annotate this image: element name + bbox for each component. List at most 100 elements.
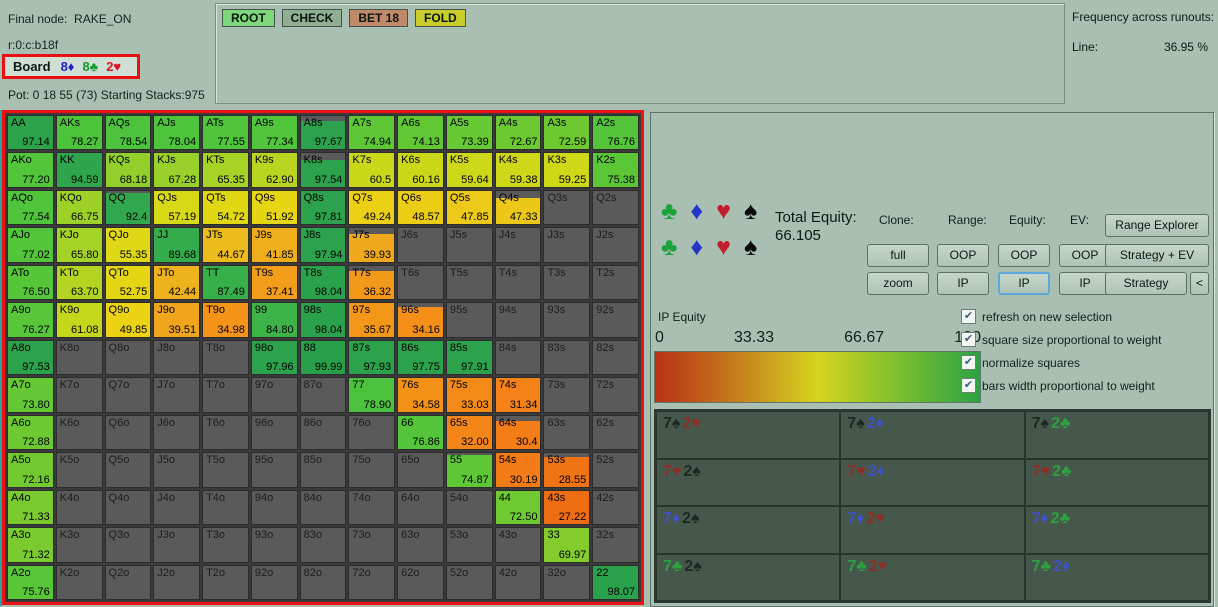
hand-cell-K6o[interactable]: K6o	[56, 415, 103, 450]
hand-cell-74s[interactable]: 74s31.34	[495, 377, 542, 412]
hand-cell-96s[interactable]: 96s34.16	[397, 302, 444, 337]
hand-cell-K4o[interactable]: K4o	[56, 490, 103, 525]
checkbox-box[interactable]: ✔	[961, 332, 976, 347]
hand-cell-82o[interactable]: 82o	[300, 565, 347, 600]
hand-cell-53o[interactable]: 53o	[446, 527, 493, 562]
hand-cell-ATo[interactable]: ATo76.50	[7, 265, 54, 300]
hand-cell-83o[interactable]: 83o	[300, 527, 347, 562]
hand-cell-54o[interactable]: 54o	[446, 490, 493, 525]
hand-cell-A3s[interactable]: A3s72.59	[543, 115, 590, 150]
back-button[interactable]: <	[1190, 272, 1209, 295]
hand-cell-T7o[interactable]: T7o	[202, 377, 249, 412]
hand-cell-QJo[interactable]: QJo55.35	[105, 227, 152, 262]
hand-cell-J9s[interactable]: J9s41.85	[251, 227, 298, 262]
hand-cell-A6o[interactable]: A6o72.88	[7, 415, 54, 450]
combo-7c2h[interactable]: 7♣2♥	[840, 554, 1024, 602]
hand-cell-92o[interactable]: 92o	[251, 565, 298, 600]
hand-cell-Q8s[interactable]: Q8s97.81	[300, 190, 347, 225]
checkbox-box[interactable]: ✔	[961, 309, 976, 324]
hand-cell-T8o[interactable]: T8o	[202, 340, 249, 375]
hand-cell-A7s[interactable]: A7s74.94	[348, 115, 395, 150]
hand-cell-66[interactable]: 6676.86	[397, 415, 444, 450]
hand-cell-J2o[interactable]: J2o	[153, 565, 200, 600]
hand-cell-KQo[interactable]: KQo66.75	[56, 190, 103, 225]
hand-cell-AQo[interactable]: AQo77.54	[7, 190, 54, 225]
hand-cell-T2s[interactable]: T2s	[592, 265, 639, 300]
hand-cell-Q2o[interactable]: Q2o	[105, 565, 152, 600]
hand-cell-T4s[interactable]: T4s	[495, 265, 542, 300]
hand-cell-A2o[interactable]: A2o75.76	[7, 565, 54, 600]
combo-7h2s[interactable]: 7♥2♠	[656, 459, 840, 507]
range-explorer-button[interactable]: Range Explorer	[1105, 214, 1209, 237]
hand-cell-T2o[interactable]: T2o	[202, 565, 249, 600]
hand-cell-AA[interactable]: AA97.14	[7, 115, 54, 150]
hand-cell-K2s[interactable]: K2s75.38	[592, 152, 639, 187]
spade-icon[interactable]: ♠	[744, 235, 757, 260]
hand-cell-J3s[interactable]: J3s	[543, 227, 590, 262]
hand-cell-95o[interactable]: 95o	[251, 452, 298, 487]
action-button-check[interactable]: CHECK	[282, 9, 343, 27]
hand-cell-33[interactable]: 3369.97	[543, 527, 590, 562]
hand-cell-55[interactable]: 5574.87	[446, 452, 493, 487]
hand-cell-K3s[interactable]: K3s59.25	[543, 152, 590, 187]
hand-cell-T9s[interactable]: T9s37.41	[251, 265, 298, 300]
hand-cell-K4s[interactable]: K4s59.38	[495, 152, 542, 187]
hand-cell-Q6s[interactable]: Q6s48.57	[397, 190, 444, 225]
hand-cell-A4s[interactable]: A4s72.67	[495, 115, 542, 150]
hand-cell-Q9s[interactable]: Q9s51.92	[251, 190, 298, 225]
hand-cell-A9s[interactable]: A9s77.34	[251, 115, 298, 150]
hand-cell-99[interactable]: 9984.80	[251, 302, 298, 337]
hand-cell-65o[interactable]: 65o	[397, 452, 444, 487]
hand-cell-83s[interactable]: 83s	[543, 340, 590, 375]
hand-cell-43s[interactable]: 43s27.22	[543, 490, 590, 525]
combo-7c2d[interactable]: 7♣2♦	[1025, 554, 1209, 602]
hand-cell-K7s[interactable]: K7s60.5	[348, 152, 395, 187]
hand-cell-QQ[interactable]: QQ92.4	[105, 190, 152, 225]
hand-cell-Q7s[interactable]: Q7s49.24	[348, 190, 395, 225]
hand-cell-62s[interactable]: 62s	[592, 415, 639, 450]
combo-7d2s[interactable]: 7♦2♠	[656, 506, 840, 554]
hand-cell-Q5s[interactable]: Q5s47.85	[446, 190, 493, 225]
hand-cell-J5s[interactable]: J5s	[446, 227, 493, 262]
hand-cell-KQs[interactable]: KQs68.18	[105, 152, 152, 187]
hand-cell-A5o[interactable]: A5o72.16	[7, 452, 54, 487]
hand-cell-76s[interactable]: 76s34.58	[397, 377, 444, 412]
hand-cell-J8o[interactable]: J8o	[153, 340, 200, 375]
hand-cell-32s[interactable]: 32s	[592, 527, 639, 562]
action-button-fold[interactable]: FOLD	[415, 9, 466, 27]
hand-cell-K8s[interactable]: K8s97.54	[300, 152, 347, 187]
hand-cell-73s[interactable]: 73s	[543, 377, 590, 412]
hand-cell-Q4o[interactable]: Q4o	[105, 490, 152, 525]
hand-cell-T9o[interactable]: T9o34.98	[202, 302, 249, 337]
strategy-button[interactable]: Strategy	[1105, 272, 1187, 295]
hand-cell-K8o[interactable]: K8o	[56, 340, 103, 375]
club-icon[interactable]: ♣	[661, 199, 677, 224]
hand-cell-A6s[interactable]: A6s74.13	[397, 115, 444, 150]
checkbox-bars-width[interactable]: ✔bars width proportional to weight	[961, 374, 1161, 397]
clone-zoom-button[interactable]: zoom	[867, 272, 929, 295]
hand-cell-98o[interactable]: 98o97.96	[251, 340, 298, 375]
hand-cell-93s[interactable]: 93s	[543, 302, 590, 337]
hand-cell-63o[interactable]: 63o	[397, 527, 444, 562]
range-ip-button[interactable]: IP	[937, 272, 989, 295]
checkbox-square-size[interactable]: ✔square size proportional to weight	[961, 328, 1161, 351]
combo-7h2d[interactable]: 7♥2♦	[840, 459, 1024, 507]
hand-cell-Q2s[interactable]: Q2s	[592, 190, 639, 225]
hand-cell-A4o[interactable]: A4o71.33	[7, 490, 54, 525]
diamond-icon[interactable]: ♦	[690, 199, 703, 224]
hand-cell-J4s[interactable]: J4s	[495, 227, 542, 262]
hand-cell-K3o[interactable]: K3o	[56, 527, 103, 562]
hand-cell-A9o[interactable]: A9o76.27	[7, 302, 54, 337]
hand-cell-Q9o[interactable]: Q9o49.85	[105, 302, 152, 337]
hand-cell-85s[interactable]: 85s97.91	[446, 340, 493, 375]
hand-cell-JTo[interactable]: JTo42.44	[153, 265, 200, 300]
range-oop-button[interactable]: OOP	[937, 244, 989, 267]
hand-cell-93o[interactable]: 93o	[251, 527, 298, 562]
clone-full-button[interactable]: full	[867, 244, 929, 267]
hand-cell-54s[interactable]: 54s30.19	[495, 452, 542, 487]
hand-cell-QTs[interactable]: QTs54.72	[202, 190, 249, 225]
hand-cell-TT[interactable]: TT87.49	[202, 265, 249, 300]
equity-ip-button[interactable]: IP	[998, 272, 1050, 295]
hand-cell-76o[interactable]: 76o	[348, 415, 395, 450]
hand-cell-AJo[interactable]: AJo77.02	[7, 227, 54, 262]
